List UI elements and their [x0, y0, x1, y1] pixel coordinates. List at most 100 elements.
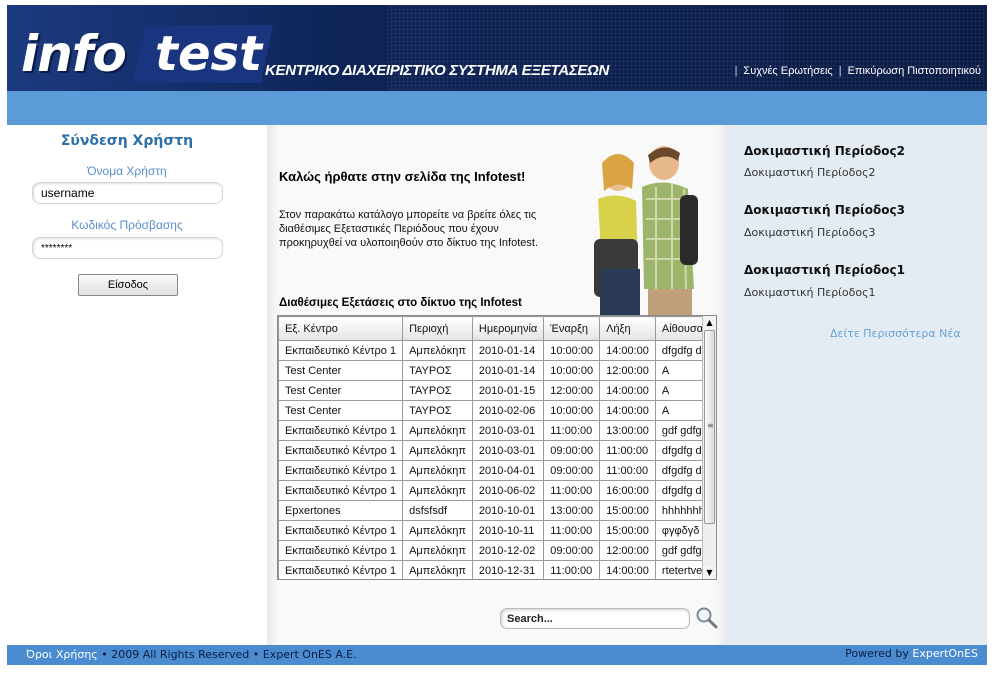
- header-bar: [7, 91, 987, 125]
- table-cell: 11:00:00: [543, 560, 601, 579]
- news-item-title[interactable]: Δοκιμαστική Περίοδος1: [744, 263, 905, 277]
- search-input[interactable]: [500, 608, 690, 629]
- site-slogan: ΚΕΝΤΡΙΚΟ ΔΙΑΧΕΙΡΙΣΤΙΚΟ ΣΥΣΤΗΜΑ ΕΞΕΤΑΣΕΩΝ: [265, 62, 610, 79]
- table-cell: 11:00:00: [543, 480, 601, 501]
- certificate-verify-link[interactable]: Επικύρωση Πιστοποιητικού: [848, 65, 981, 77]
- powered-by-text: Powered by: [845, 647, 909, 660]
- table-cell: Test Center: [278, 400, 404, 421]
- table-cell: Εκπαιδευτικό Κέντρο 1: [278, 340, 404, 361]
- table-cell: Αμπελόκηπ: [402, 540, 473, 561]
- news-item-subtitle: Δοκιμαστική Περίοδος3: [744, 226, 876, 239]
- table-cell: 11:00:00: [543, 420, 601, 441]
- table-cell: 14:00:00: [599, 380, 656, 401]
- table-row[interactable]: Εκπαιδευτικό Κέντρο 1 Αμπελόκηπ 2010-12-31…: [278, 560, 715, 579]
- table-cell: Αμπελόκηπ: [402, 480, 473, 501]
- table-row[interactable]: Εκπαιδευτικό Κέντρο 1 Αμπελόκηπ 2010-04-01…: [278, 460, 715, 481]
- logo-text-test: test: [155, 26, 263, 82]
- search-icon[interactable]: [695, 606, 719, 630]
- infotest-logo[interactable]: info test: [7, 23, 274, 85]
- table-cell: 2010-10-01: [471, 500, 545, 521]
- column-header-end[interactable]: Λήξη: [599, 316, 656, 341]
- table-cell: Εκπαιδευτικό Κέντρο 1: [278, 560, 404, 579]
- table-cell: 09:00:00: [543, 460, 601, 481]
- table-cell: ΤΑΥΡΟΣ: [402, 380, 473, 401]
- table-cell: 2010-06-02: [471, 480, 545, 501]
- table-cell: ΤΑΥΡΟΣ: [402, 400, 473, 421]
- table-cell: 2010-12-02: [471, 540, 545, 561]
- table-row[interactable]: Test Center ΤΑΥΡΟΣ 2010-02-06 10:00:00 14:00…: [278, 400, 715, 421]
- table-cell: Εκπαιδευτικό Κέντρο 1: [278, 460, 404, 481]
- table-cell: Test Center: [278, 360, 404, 381]
- login-title: Σύνδεση Χρήστη: [60, 133, 194, 149]
- news-item-title[interactable]: Δοκιμαστική Περίοδος3: [744, 203, 905, 217]
- table-row[interactable]: Εκπαιδευτικό Κέντρο 1 Αμπελόκηπ 2010-03-01…: [278, 440, 715, 461]
- exams-table-title: Διαθέσιμες Εξετάσεις στο δίκτυο της Info…: [279, 297, 522, 309]
- table-cell: 12:00:00: [599, 540, 656, 561]
- table-cell: Εκπαιδευτικό Κέντρο 1: [278, 420, 404, 441]
- password-label: Κωδικός Πρόσβασης: [71, 218, 183, 232]
- table-cell: Αμπελόκηπ: [402, 340, 473, 361]
- table-cell: 11:00:00: [599, 440, 656, 461]
- table-scrollbar[interactable]: ▲ ≡ ▼: [702, 316, 716, 579]
- table-cell: Αμπελόκηπ: [402, 560, 473, 579]
- table-cell: 2010-04-01: [471, 460, 545, 481]
- table-cell: 09:00:00: [543, 540, 601, 561]
- table-row[interactable]: Εκπαιδευτικό Κέντρο 1 Αμπελόκηπ 2010-06-02…: [278, 480, 715, 501]
- column-header-start[interactable]: Έναρξη: [543, 316, 601, 341]
- more-news-link[interactable]: Δείτε Περισσότερα Νέα: [830, 327, 961, 340]
- table-cell: Αμπελόκηπ: [402, 460, 473, 481]
- table-cell: 10:00:00: [543, 400, 601, 421]
- table-cell: 16:00:00: [599, 480, 656, 501]
- table-cell: 13:00:00: [543, 500, 601, 521]
- scrollbar-thumb[interactable]: ≡: [704, 330, 715, 524]
- intro-text: Στον παρακάτω κατάλογο μπορείτε να βρείτ…: [279, 209, 539, 249]
- terms-link[interactable]: Όροι Χρήσης: [26, 648, 98, 661]
- table-row[interactable]: Εκπαιδευτικό Κέντρο 1 Αμπελόκηπ 2010-12-02…: [278, 540, 715, 561]
- faq-link[interactable]: Συχνές Ερωτήσεις: [743, 65, 832, 77]
- column-header-area[interactable]: Περιοχή: [402, 316, 473, 341]
- table-row[interactable]: Test Center ΤΑΥΡΟΣ 2010-01-15 12:00:00 14:00…: [278, 380, 715, 401]
- table-cell: 12:00:00: [543, 380, 601, 401]
- top-links: | Συχνές Ερωτήσεις | Επικύρωση Πιστοποιη…: [734, 65, 981, 77]
- table-cell: 10:00:00: [543, 340, 601, 361]
- table-cell: 2010-10-11: [471, 520, 545, 541]
- table-cell: 15:00:00: [599, 520, 656, 541]
- table-row[interactable]: Εκπαιδευτικό Κέντρο 1 Αμπελόκηπ 2010-03-01…: [278, 420, 715, 441]
- table-header-row: Εξ. Κέντρο Περιοχή Ημερομηνία Έναρξη Λήξ…: [278, 316, 715, 341]
- table-cell: Αμπελόκηπ: [402, 440, 473, 461]
- column-header-center[interactable]: Εξ. Κέντρο: [278, 316, 404, 341]
- news-panel: Δοκιμαστική Περίοδος2 Δοκιμαστική Περίοδ…: [727, 125, 987, 645]
- table-cell: 2010-01-15: [471, 380, 545, 401]
- login-panel: Σύνδεση Χρήστη Όνομα Χρήστη Κωδικός Πρόσ…: [7, 125, 267, 645]
- welcome-heading: Καλώς ήρθατε στην σελίδα της Infotest!: [279, 169, 526, 184]
- table-cell: 14:00:00: [599, 340, 656, 361]
- table-row[interactable]: Epxertones dsfsfsdf 2010-10-01 13:00:00 15:0…: [278, 500, 715, 521]
- expertones-link[interactable]: ExpertOnES: [912, 647, 978, 660]
- scroll-up-arrow-icon[interactable]: ▲: [703, 316, 716, 329]
- table-cell: 15:00:00: [599, 500, 656, 521]
- table-cell: 13:00:00: [599, 420, 656, 441]
- column-header-date[interactable]: Ημερομηνία: [471, 316, 545, 341]
- main-content: Καλώς ήρθατε στην σελίδα της Infotest! Σ…: [267, 125, 727, 645]
- table-cell: Test Center: [278, 380, 404, 401]
- password-input[interactable]: [32, 237, 223, 259]
- logo-text-info: info: [21, 25, 127, 83]
- copyright-text: • 2009 All Rights Reserved • Expert OnES…: [101, 648, 357, 661]
- table-cell: 2010-03-01: [471, 440, 545, 461]
- news-item-title[interactable]: Δοκιμαστική Περίοδος2: [744, 144, 905, 158]
- scroll-down-arrow-icon[interactable]: ▼: [703, 566, 716, 579]
- login-button[interactable]: Είσοδος: [78, 274, 178, 296]
- table-cell: Εκπαιδευτικό Κέντρο 1: [278, 480, 404, 501]
- table-cell: 2010-12-31: [471, 560, 545, 579]
- table-row[interactable]: Εκπαιδευτικό Κέντρο 1 Αμπελόκηπ 2010-01-14…: [278, 340, 715, 361]
- site-header: info test ΚΕΝΤΡΙΚΟ ΔΙΑΧΕΙΡΙΣΤΙΚΟ ΣΥΣΤΗΜΑ…: [7, 5, 987, 91]
- table-cell: 11:00:00: [599, 460, 656, 481]
- table-row[interactable]: Εκπαιδευτικό Κέντρο 1 Αμπελόκηπ 2010-10-11…: [278, 520, 715, 541]
- table-cell: Epxertones: [278, 500, 404, 521]
- news-item-subtitle: Δοκιμαστική Περίοδος2: [744, 166, 876, 179]
- table-row[interactable]: Test Center ΤΑΥΡΟΣ 2010-01-14 10:00:00 12:00…: [278, 360, 715, 381]
- table-cell: dsfsfsdf: [402, 500, 473, 521]
- username-input[interactable]: [32, 182, 223, 204]
- table-cell: Αμπελόκηπ: [402, 520, 473, 541]
- table-cell: 10:00:00: [543, 360, 601, 381]
